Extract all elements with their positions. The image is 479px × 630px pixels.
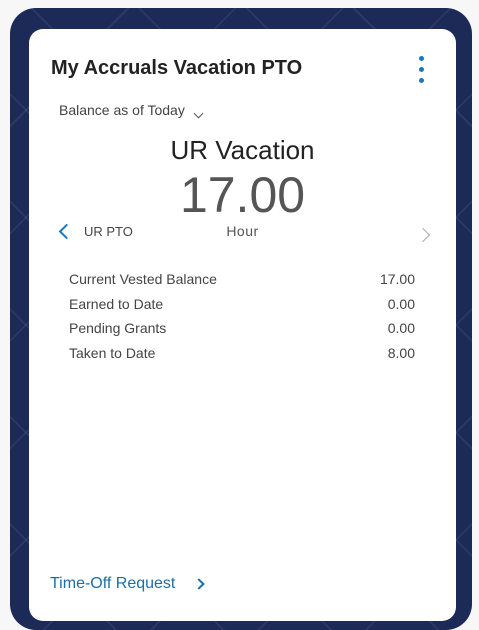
plan-name: UR Vacation	[170, 135, 315, 165]
balance-details: Current Vested Balance 17.00 Earned to D…	[69, 271, 415, 369]
detail-value: 0.00	[387, 295, 415, 312]
detail-row: Current Vested Balance 17.00	[69, 271, 415, 296]
detail-label: Pending Grants	[69, 320, 167, 336]
previous-plan-label: UR PTO	[84, 224, 133, 239]
detail-label: Earned to Date	[69, 295, 164, 312]
detail-row: Taken to Date 8.00	[69, 345, 415, 370]
tile-frame: My Accruals Vacation PTO Balance as of T…	[10, 8, 472, 630]
accruals-card: My Accruals Vacation PTO Balance as of T…	[29, 29, 456, 621]
detail-row: Earned to Date 0.00	[69, 296, 415, 321]
card-title: My Accruals Vacation PTO	[51, 57, 303, 79]
detail-label: Current Vested Balance	[69, 271, 217, 287]
previous-plan-button[interactable]: UR PTO	[58, 223, 133, 240]
detail-label: Taken to Date	[69, 344, 156, 361]
detail-row: Pending Grants 0.00	[69, 320, 415, 345]
more-vertical-icon[interactable]	[414, 54, 430, 86]
detail-value: 8.00	[387, 344, 415, 361]
balance-date-dropdown[interactable]: Balance as of Today	[59, 102, 204, 119]
detail-value: 0.00	[387, 320, 415, 336]
balance-date-label: Balance as of Today	[59, 102, 185, 118]
chevron-down-icon	[193, 108, 204, 119]
balance-value: 17.00	[179, 167, 306, 223]
chevron-left-icon	[58, 223, 75, 240]
time-off-request-label: Time-Off Request	[50, 575, 176, 592]
detail-value: 17.00	[379, 271, 415, 287]
chevron-right-icon	[193, 578, 206, 590]
time-off-request-link[interactable]: Time-Off Request	[50, 575, 206, 593]
